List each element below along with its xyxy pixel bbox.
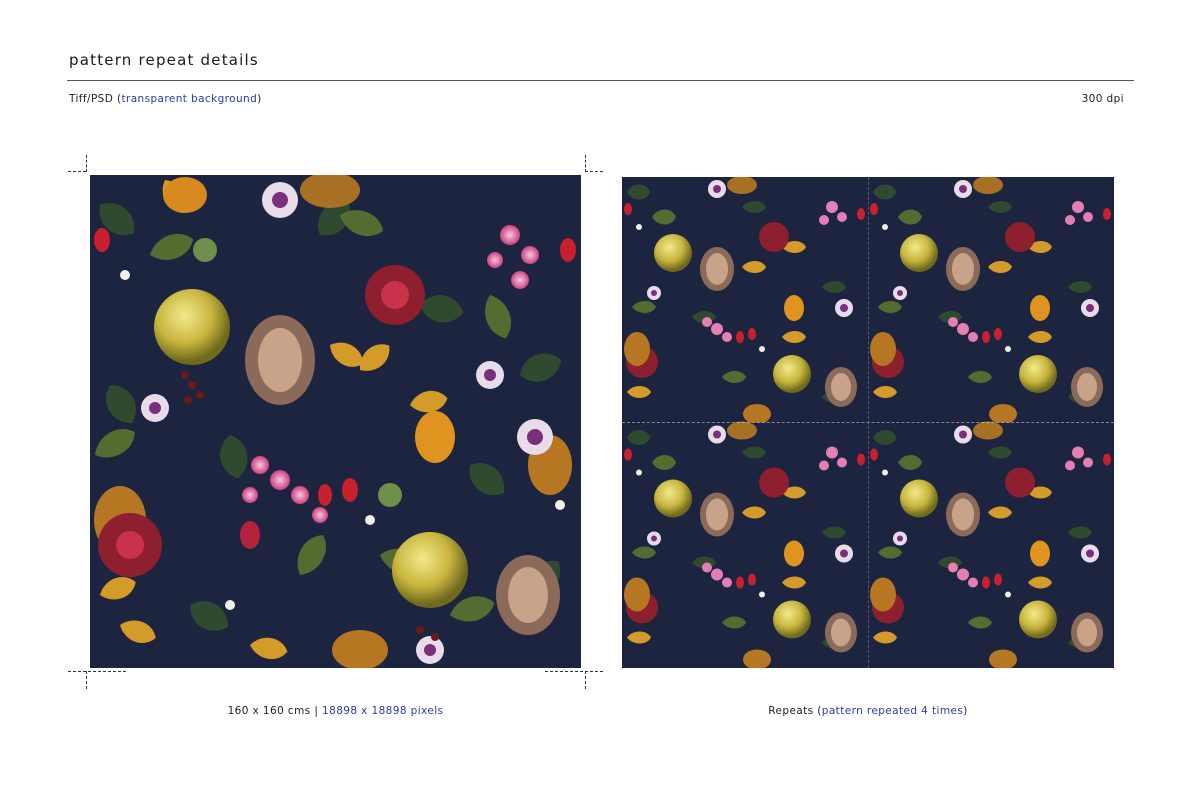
caption-separator: | (314, 705, 319, 717)
repeat-caption: Repeats (pattern repeated 4 times) (622, 705, 1114, 717)
crop-mark (86, 671, 87, 689)
tile-size-caption: 160 x 160 cms | 18898 x 18898 pixels (90, 705, 581, 717)
repeat-close-paren: ) (963, 705, 968, 717)
repeat-seam-vertical (868, 177, 869, 668)
crop-mark (545, 671, 603, 672)
botanical-pattern-illustration (90, 175, 581, 668)
crop-mark (68, 671, 126, 672)
crop-mark (86, 155, 87, 172)
repeat-note: pattern repeated 4 times (821, 705, 964, 717)
crop-mark (68, 171, 86, 172)
crop-mark (585, 171, 603, 172)
crop-guide-left (86, 175, 87, 671)
repeated-pattern-image (622, 177, 1114, 668)
file-format-info: Tiff/PSD (transparent background) (69, 93, 262, 105)
repeat-label: Repeats (768, 705, 814, 717)
tile-size-pixels: 18898 x 18898 pixels (322, 705, 444, 717)
crop-mark (585, 671, 586, 689)
header-divider (67, 80, 1134, 81)
resolution-info: 300 dpi (1081, 93, 1124, 105)
format-note: transparent background (121, 93, 258, 105)
single-tile-pattern-image (90, 175, 581, 668)
crop-mark (585, 155, 586, 172)
page-title: pattern repeat details (69, 51, 259, 69)
format-label: Tiff/PSD (69, 93, 114, 105)
format-close-paren: ) (257, 93, 262, 105)
tile-size-cms: 160 x 160 cms (227, 705, 311, 717)
